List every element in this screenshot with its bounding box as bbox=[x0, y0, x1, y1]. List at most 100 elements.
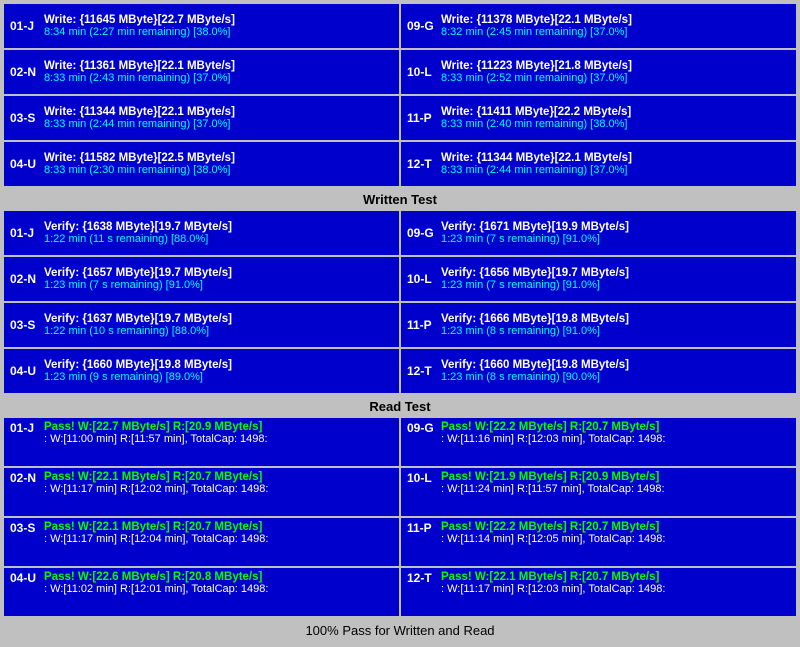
drive-cell: 11-P Verify: {1666 MByte}[19.8 MByte/s]1:… bbox=[401, 303, 796, 347]
drive-id: 12-T bbox=[407, 571, 435, 585]
drive-line2: : W:[11:24 min] R:[11:57 min], TotalCap:… bbox=[441, 483, 665, 495]
drive-id: 04-U bbox=[10, 571, 38, 585]
drive-line1: Pass! W:[22.1 MByte/s] R:[20.7 MByte/s] bbox=[44, 521, 268, 533]
drive-line2: 1:23 min (9 s remaining) [89.0%] bbox=[44, 371, 393, 383]
drive-id: 11-P bbox=[407, 318, 435, 332]
drive-id: 10-L bbox=[407, 272, 435, 286]
drive-info: Pass! W:[22.1 MByte/s] R:[20.7 MByte/s]:… bbox=[441, 571, 665, 595]
drive-info: Verify: {1638 MByte}[19.7 MByte/s]1:22 m… bbox=[44, 221, 393, 245]
drive-id: 10-L bbox=[407, 471, 435, 485]
drive-line2: 8:32 min (2:45 min remaining) [37.0%] bbox=[441, 26, 790, 38]
drive-line2: : W:[11:00 min] R:[11:57 min], TotalCap:… bbox=[44, 433, 268, 445]
drive-line1: Pass! W:[21.9 MByte/s] R:[20.9 MByte/s] bbox=[441, 471, 665, 483]
drive-line1: Write: {11378 MByte}[22.1 MByte/s] bbox=[441, 14, 790, 26]
drive-line2: : W:[11:17 min] R:[12:02 min], TotalCap:… bbox=[44, 483, 268, 495]
drive-cell: 03-S Pass! W:[22.1 MByte/s] R:[20.7 MByte… bbox=[4, 518, 399, 566]
drive-info: Pass! W:[22.2 MByte/s] R:[20.7 MByte/s]:… bbox=[441, 521, 665, 545]
drive-id: 04-U bbox=[10, 157, 38, 171]
drive-line1: Pass! W:[22.2 MByte/s] R:[20.7 MByte/s] bbox=[441, 421, 665, 433]
drive-cell: 04-U Verify: {1660 MByte}[19.8 MByte/s]1:… bbox=[4, 349, 399, 393]
drive-id: 04-U bbox=[10, 364, 38, 378]
drive-line1: Verify: {1638 MByte}[19.7 MByte/s] bbox=[44, 221, 393, 233]
drive-info: Pass! W:[21.9 MByte/s] R:[20.9 MByte/s]:… bbox=[441, 471, 665, 495]
drive-cell: 01-JWrite: {11645 MByte}[22.7 MByte/s]8:… bbox=[4, 4, 399, 48]
drive-id: 01-J bbox=[10, 226, 38, 240]
written-test-label: Written Test bbox=[363, 192, 437, 207]
drive-line1: Verify: {1666 MByte}[19.8 MByte/s] bbox=[441, 313, 790, 325]
drive-id: 03-S bbox=[10, 521, 38, 535]
drive-id: 11-P bbox=[407, 521, 435, 535]
drive-cell: 09-GVerify: {1671 MByte}[19.9 MByte/s]1:… bbox=[401, 211, 796, 255]
drive-line1: Write: {11223 MByte}[21.8 MByte/s] bbox=[441, 60, 790, 72]
drive-id: 01-J bbox=[10, 421, 38, 435]
drive-cell: 01-J Pass! W:[22.7 MByte/s] R:[20.9 MByte… bbox=[4, 418, 399, 466]
drive-line1: Verify: {1656 MByte}[19.7 MByte/s] bbox=[441, 267, 790, 279]
drive-cell: 01-J Verify: {1638 MByte}[19.7 MByte/s]1:… bbox=[4, 211, 399, 255]
drive-line1: Pass! W:[22.1 MByte/s] R:[20.7 MByte/s] bbox=[441, 571, 665, 583]
drive-id: 02-N bbox=[10, 272, 38, 286]
drive-info: Verify: {1671 MByte}[19.9 MByte/s]1:23 m… bbox=[441, 221, 790, 245]
drive-line2: 1:23 min (8 s remaining) [90.0%] bbox=[441, 371, 790, 383]
drive-line1: Verify: {1637 MByte}[19.7 MByte/s] bbox=[44, 313, 393, 325]
drive-line2: : W:[11:17 min] R:[12:04 min], TotalCap:… bbox=[44, 533, 268, 545]
drive-line2: 8:34 min (2:27 min remaining) [38.0%] bbox=[44, 26, 393, 38]
drive-cell: 11-P Pass! W:[22.2 MByte/s] R:[20.7 MByte… bbox=[401, 518, 796, 566]
drive-info: Write: {11411 MByte}[22.2 MByte/s]8:33 m… bbox=[441, 106, 790, 130]
drive-cell: 02-NWrite: {11361 MByte}[22.1 MByte/s]8:… bbox=[4, 50, 399, 94]
drive-line2: : W:[11:16 min] R:[12:03 min], TotalCap:… bbox=[441, 433, 665, 445]
drive-line1: Verify: {1657 MByte}[19.7 MByte/s] bbox=[44, 267, 393, 279]
drive-id: 09-G bbox=[407, 421, 435, 435]
drive-line2: 1:22 min (10 s remaining) [88.0%] bbox=[44, 325, 393, 337]
drive-cell: 11-P Write: {11411 MByte}[22.2 MByte/s]8:… bbox=[401, 96, 796, 140]
drive-line2: 1:23 min (7 s remaining) [91.0%] bbox=[441, 233, 790, 245]
drive-info: Write: {11645 MByte}[22.7 MByte/s]8:34 m… bbox=[44, 14, 393, 38]
drive-info: Write: {11344 MByte}[22.1 MByte/s]8:33 m… bbox=[44, 106, 393, 130]
drive-line1: Write: {11645 MByte}[22.7 MByte/s] bbox=[44, 14, 393, 26]
drive-line1: Verify: {1660 MByte}[19.8 MByte/s] bbox=[44, 359, 393, 371]
drive-cell: 03-S Write: {11344 MByte}[22.1 MByte/s]8:… bbox=[4, 96, 399, 140]
drive-info: Write: {11582 MByte}[22.5 MByte/s]8:33 m… bbox=[44, 152, 393, 176]
drive-cell: 02-NPass! W:[22.1 MByte/s] R:[20.7 MByte… bbox=[4, 468, 399, 516]
drive-line2: : W:[11:02 min] R:[12:01 min], TotalCap:… bbox=[44, 583, 268, 595]
drive-id: 09-G bbox=[407, 19, 435, 33]
drive-info: Pass! W:[22.6 MByte/s] R:[20.8 MByte/s]:… bbox=[44, 571, 268, 595]
drive-line1: Write: {11411 MByte}[22.2 MByte/s] bbox=[441, 106, 790, 118]
drive-cell: 12-T Verify: {1660 MByte}[19.8 MByte/s]1:… bbox=[401, 349, 796, 393]
drive-cell: 10-L Write: {11223 MByte}[21.8 MByte/s]8:… bbox=[401, 50, 796, 94]
drive-line2: 8:33 min (2:43 min remaining) [37.0%] bbox=[44, 72, 393, 84]
drive-info: Pass! W:[22.7 MByte/s] R:[20.9 MByte/s]:… bbox=[44, 421, 268, 445]
written-test-header: Written Test bbox=[4, 188, 796, 211]
drive-line1: Pass! W:[22.7 MByte/s] R:[20.9 MByte/s] bbox=[44, 421, 268, 433]
drive-line1: Verify: {1660 MByte}[19.8 MByte/s] bbox=[441, 359, 790, 371]
main-container: 01-JWrite: {11645 MByte}[22.7 MByte/s]8:… bbox=[0, 0, 800, 647]
drive-cell: 04-U Pass! W:[22.6 MByte/s] R:[20.8 MByte… bbox=[4, 568, 399, 616]
drive-id: 12-T bbox=[407, 364, 435, 378]
drive-line1: Pass! W:[22.1 MByte/s] R:[20.7 MByte/s] bbox=[44, 471, 268, 483]
drive-line1: Write: {11344 MByte}[22.1 MByte/s] bbox=[441, 152, 790, 164]
drive-info: Verify: {1656 MByte}[19.7 MByte/s]1:23 m… bbox=[441, 267, 790, 291]
drive-line1: Write: {11344 MByte}[22.1 MByte/s] bbox=[44, 106, 393, 118]
drive-line2: 8:33 min (2:52 min remaining) [37.0%] bbox=[441, 72, 790, 84]
drive-id: 03-S bbox=[10, 111, 38, 125]
drive-line2: : W:[11:14 min] R:[12:05 min], TotalCap:… bbox=[441, 533, 665, 545]
drive-line2: 8:33 min (2:40 min remaining) [38.0%] bbox=[441, 118, 790, 130]
drive-line2: 1:23 min (8 s remaining) [91.0%] bbox=[441, 325, 790, 337]
drive-line2: 8:33 min (2:30 min remaining) [38.0%] bbox=[44, 164, 393, 176]
read-test-label: Read Test bbox=[369, 399, 430, 414]
verify-test-grid: 01-JVerify: {1638 MByte}[19.7 MByte/s]1:… bbox=[4, 211, 796, 393]
drive-info: Verify: {1666 MByte}[19.8 MByte/s]1:23 m… bbox=[441, 313, 790, 337]
drive-line2: 8:33 min (2:44 min remaining) [37.0%] bbox=[441, 164, 790, 176]
drive-line1: Write: {11582 MByte}[22.5 MByte/s] bbox=[44, 152, 393, 164]
drive-line1: Verify: {1671 MByte}[19.9 MByte/s] bbox=[441, 221, 790, 233]
drive-info: Verify: {1660 MByte}[19.8 MByte/s]1:23 m… bbox=[44, 359, 393, 383]
drive-cell: 10-L Pass! W:[21.9 MByte/s] R:[20.9 MByte… bbox=[401, 468, 796, 516]
drive-info: Verify: {1660 MByte}[19.8 MByte/s]1:23 m… bbox=[441, 359, 790, 383]
drive-id: 10-L bbox=[407, 65, 435, 79]
drive-cell: 03-SVerify: {1637 MByte}[19.7 MByte/s]1:… bbox=[4, 303, 399, 347]
drive-line1: Write: {11361 MByte}[22.1 MByte/s] bbox=[44, 60, 393, 72]
read-test-grid: 01-J Pass! W:[22.7 MByte/s] R:[20.9 MByte… bbox=[4, 418, 796, 616]
drive-info: Pass! W:[22.1 MByte/s] R:[20.7 MByte/s]:… bbox=[44, 471, 268, 495]
footer-label: 100% Pass for Written and Read bbox=[305, 623, 494, 638]
drive-id: 11-P bbox=[407, 111, 435, 125]
read-test-header: Read Test bbox=[4, 395, 796, 418]
